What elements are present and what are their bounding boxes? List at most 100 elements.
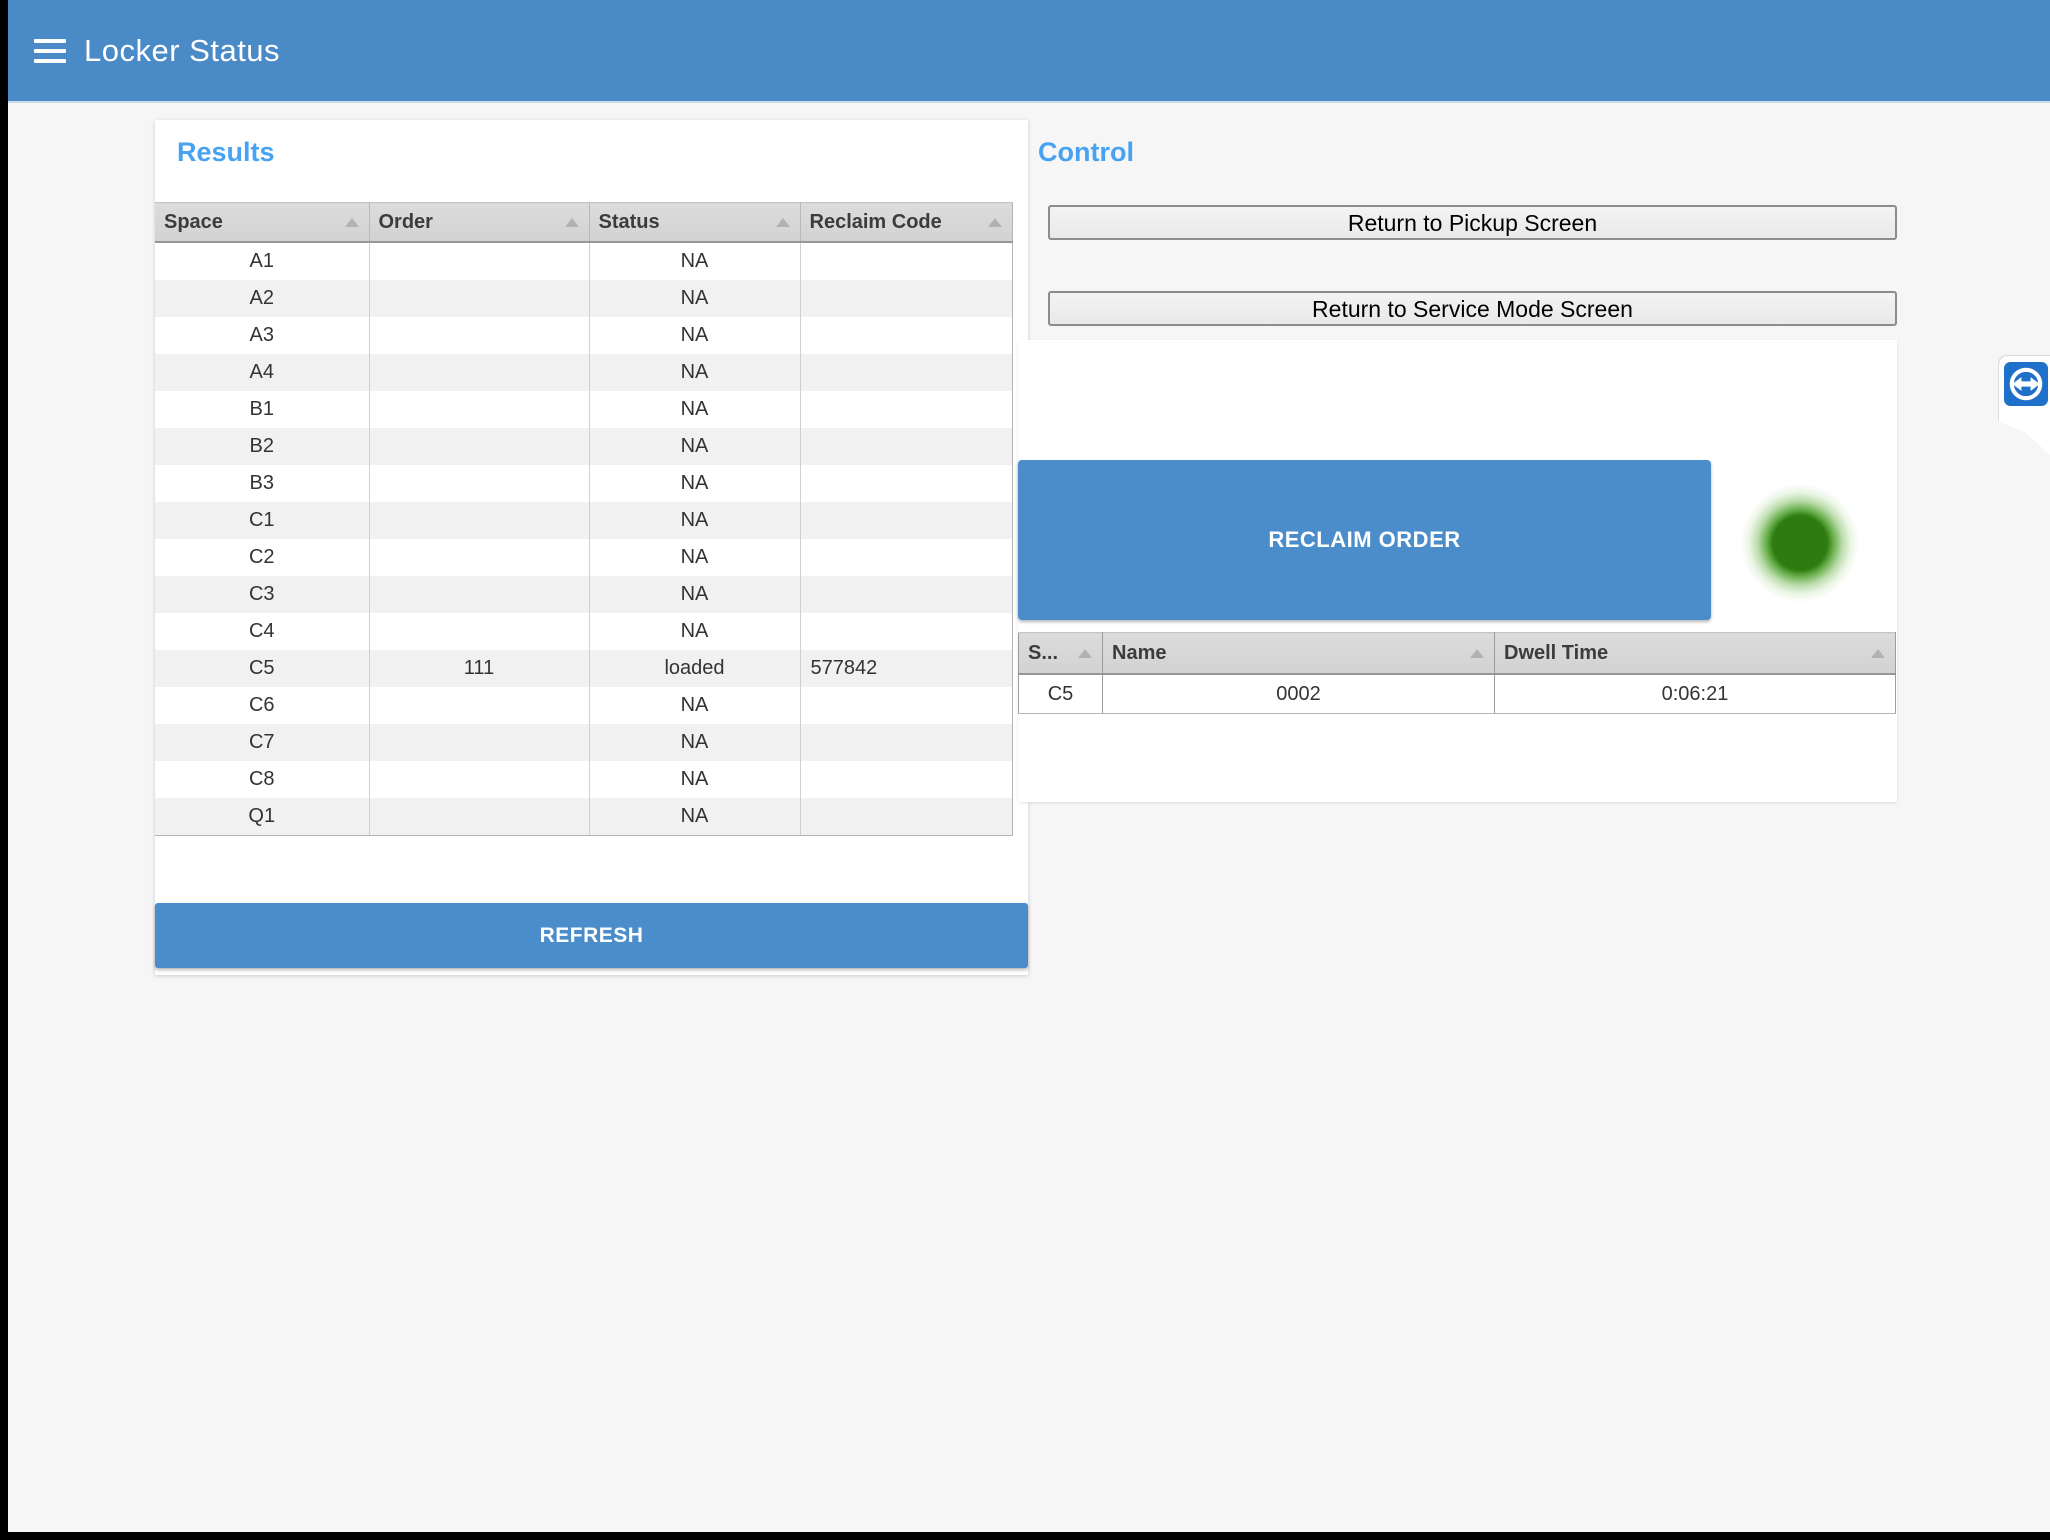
cell-status: NA bbox=[589, 613, 800, 650]
return-to-service-mode-button[interactable]: Return to Service Mode Screen bbox=[1048, 291, 1897, 326]
cell-reclaim-code bbox=[800, 465, 1012, 502]
table-row[interactable]: B3 NA bbox=[155, 465, 1012, 502]
cell-space: C4 bbox=[155, 613, 369, 650]
column-header-dwell-time[interactable]: Dwell Time bbox=[1495, 633, 1896, 675]
cell-order bbox=[369, 724, 589, 761]
cell-space: B3 bbox=[155, 465, 369, 502]
remote-access-tab[interactable] bbox=[1998, 355, 2050, 462]
table-row[interactable]: C2 NA bbox=[155, 539, 1012, 576]
sort-arrow-icon bbox=[565, 218, 579, 227]
table-row[interactable]: C5111loaded577842 bbox=[155, 650, 1012, 687]
column-header-reclaim-code[interactable]: Reclaim Code bbox=[800, 203, 1012, 243]
cell-order bbox=[369, 539, 589, 576]
table-row[interactable]: Q1NA bbox=[155, 798, 1012, 836]
cell-order bbox=[369, 242, 589, 280]
column-header-order[interactable]: Order bbox=[369, 203, 589, 243]
screen-edge-bottom bbox=[0, 1532, 2050, 1540]
column-header-label: Name bbox=[1112, 642, 1166, 664]
cell-space: A2 bbox=[155, 280, 369, 317]
cell-status: loaded bbox=[589, 650, 800, 687]
return-to-pickup-button[interactable]: Return to Pickup Screen bbox=[1048, 205, 1897, 240]
green-status-light bbox=[1740, 483, 1860, 603]
sort-arrow-icon bbox=[1078, 649, 1092, 658]
cell-status: NA bbox=[589, 798, 800, 836]
cell-reclaim-code bbox=[800, 798, 1012, 836]
cell-status: NA bbox=[589, 280, 800, 317]
table-row[interactable]: C4 NA bbox=[155, 613, 1012, 650]
sort-arrow-icon bbox=[345, 218, 359, 227]
cell-order bbox=[369, 502, 589, 539]
table-row[interactable]: C3 NA bbox=[155, 576, 1012, 613]
table-row[interactable]: C1 NA bbox=[155, 502, 1012, 539]
column-header-name[interactable]: Name bbox=[1103, 633, 1495, 675]
column-header-label: Reclaim Code bbox=[810, 211, 942, 233]
cell-space: C8 bbox=[155, 761, 369, 798]
cell-order bbox=[369, 317, 589, 354]
cell-reclaim-code: 577842 bbox=[800, 650, 1012, 687]
results-heading: Results bbox=[177, 137, 275, 168]
cell-space: A4 bbox=[155, 354, 369, 391]
table-row[interactable]: B1NA bbox=[155, 391, 1012, 428]
table-row[interactable]: B2NA bbox=[155, 428, 1012, 465]
table-row[interactable]: C500020:06:21 bbox=[1019, 674, 1896, 714]
sort-arrow-icon bbox=[776, 218, 790, 227]
cell-status: NA bbox=[589, 354, 800, 391]
cell-space: C3 bbox=[155, 576, 369, 613]
reclaim-order-button[interactable]: RECLAIM ORDER bbox=[1018, 460, 1711, 620]
cell-order bbox=[369, 391, 589, 428]
cell-reclaim-code bbox=[800, 761, 1012, 798]
table-row[interactable]: C6NA bbox=[155, 687, 1012, 724]
cell-status: NA bbox=[589, 687, 800, 724]
cell-space: A1 bbox=[155, 242, 369, 280]
column-header-label: Dwell Time bbox=[1504, 642, 1608, 664]
cell-reclaim-code bbox=[800, 539, 1012, 576]
column-header-status[interactable]: Status bbox=[589, 203, 800, 243]
column-header-space[interactable]: Space bbox=[155, 203, 369, 243]
table-row[interactable]: C7 NA bbox=[155, 724, 1012, 761]
teamviewer-remote-access-icon bbox=[2004, 362, 2048, 406]
cell-status: NA bbox=[589, 539, 800, 576]
page-title: Locker Status bbox=[84, 33, 280, 69]
table-row[interactable]: C8 NA bbox=[155, 761, 1012, 798]
cell-order bbox=[369, 687, 589, 724]
cell-reclaim-code bbox=[800, 724, 1012, 761]
cell-space: C1 bbox=[155, 502, 369, 539]
hamburger-menu-icon[interactable] bbox=[34, 39, 66, 63]
refresh-button[interactable]: REFRESH bbox=[155, 903, 1028, 968]
cell-status: NA bbox=[589, 724, 800, 761]
cell-status: NA bbox=[589, 576, 800, 613]
cell-status: NA bbox=[589, 465, 800, 502]
column-header-label: Order bbox=[379, 211, 433, 233]
cell-status: NA bbox=[589, 428, 800, 465]
cell-order bbox=[369, 613, 589, 650]
cell-space: C7 bbox=[155, 724, 369, 761]
reclaim-order-table: S... Name Dwell Time C500020:06:21 bbox=[1018, 632, 1896, 714]
table-row[interactable]: A1NA bbox=[155, 242, 1012, 280]
cell-order bbox=[369, 761, 589, 798]
cell-reclaim-code bbox=[800, 613, 1012, 650]
cell-reclaim-code bbox=[800, 502, 1012, 539]
cell-reclaim-code bbox=[800, 354, 1012, 391]
cell-space: C5 bbox=[1019, 674, 1103, 714]
column-header-space-truncated[interactable]: S... bbox=[1019, 633, 1103, 675]
cell-reclaim-code bbox=[800, 576, 1012, 613]
cell-order bbox=[369, 798, 589, 836]
results-table-body: A1NAA2NAA3NAA4NAB1NAB2NAB3NAC1NAC2NAC3NA… bbox=[155, 242, 1012, 836]
sort-arrow-icon bbox=[988, 218, 1002, 227]
table-row[interactable]: A2 NA bbox=[155, 280, 1012, 317]
cell-space: A3 bbox=[155, 317, 369, 354]
control-heading: Control bbox=[1038, 137, 1134, 168]
cell-status: NA bbox=[589, 761, 800, 798]
cell-order bbox=[369, 576, 589, 613]
app-header: Locker Status bbox=[8, 0, 2050, 103]
cell-space: C2 bbox=[155, 539, 369, 576]
table-row[interactable]: A4 NA bbox=[155, 354, 1012, 391]
table-header-row: Space Order Status Reclaim Code bbox=[155, 203, 1012, 243]
cell-status: NA bbox=[589, 502, 800, 539]
control-table-body: C500020:06:21 bbox=[1019, 674, 1896, 714]
cell-order bbox=[369, 280, 589, 317]
sort-arrow-icon bbox=[1470, 649, 1484, 658]
table-row[interactable]: A3NA bbox=[155, 317, 1012, 354]
cell-space: B1 bbox=[155, 391, 369, 428]
cell-reclaim-code bbox=[800, 687, 1012, 724]
